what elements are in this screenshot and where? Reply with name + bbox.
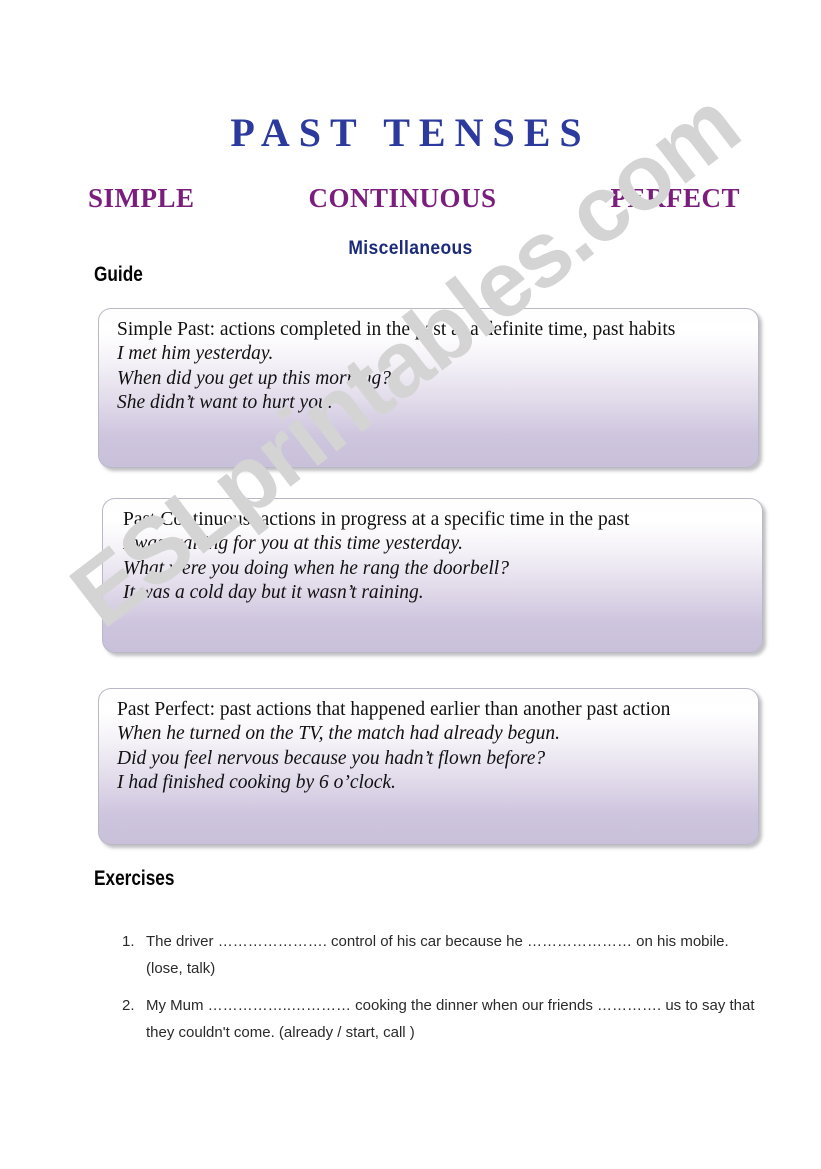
guide-example: I had finished cooking by 6 o’clock.: [117, 772, 396, 794]
guide-example: I was waiting for you at this time yeste…: [123, 532, 463, 554]
tense-subtitle-row: SIMPLE CONTINUOUS PERFECT: [88, 185, 740, 212]
exercise-text: The driver …………………. control of his car b…: [146, 933, 729, 978]
guide-definition: Simple Past: actions completed in the pa…: [117, 319, 676, 340]
guide-definition: Past Perfect: past actions that happened…: [117, 699, 671, 720]
guide-example: It was a cold day but it wasn’t raining.: [123, 582, 424, 604]
exercises-heading: Exercises: [94, 867, 175, 890]
guide-heading: Guide: [94, 263, 143, 286]
guide-example: I met him yesterday.: [117, 342, 274, 364]
exercise-number: 2.: [122, 996, 135, 1014]
miscellaneous-label: Miscellaneous: [348, 238, 473, 259]
guide-box-simple-past: Simple Past: actions completed in the pa…: [98, 308, 759, 468]
worksheet-page: PAST TENSES SIMPLE CONTINUOUS PERFECT Mi…: [0, 0, 821, 1169]
exercise-number: 1.: [122, 933, 135, 950]
guide-example: When he turned on the TV, the match had …: [117, 722, 561, 744]
guide-example: Did you feel nervous because you hadn’t …: [117, 747, 546, 769]
page-title: PAST TENSES: [230, 110, 591, 155]
guide-example: She didn’t want to hurt you.: [117, 392, 333, 414]
subtitle-continuous: CONTINUOUS: [308, 183, 497, 213]
exercise-item: 1. The driver …………………. control of his ca…: [118, 928, 758, 983]
exercise-list: 1. The driver …………………. control of his ca…: [118, 928, 758, 1055]
guide-definition: Past Continuous: actions in progress at …: [123, 509, 630, 530]
exercise-item: 2. My Mum ……………..………… cooking the dinner…: [118, 992, 758, 1047]
exercise-text: My Mum ……………..………… cooking the dinner wh…: [146, 996, 755, 1041]
subtitle-perfect: PERFECT: [610, 183, 740, 213]
guide-box-past-perfect: Past Perfect: past actions that happened…: [98, 688, 759, 845]
guide-box-past-continuous: Past Continuous: actions in progress at …: [102, 498, 763, 653]
guide-example: What were you doing when he rang the doo…: [123, 557, 509, 579]
guide-example: When did you get up this morning?: [117, 367, 392, 389]
subtitle-simple: SIMPLE: [88, 183, 195, 213]
